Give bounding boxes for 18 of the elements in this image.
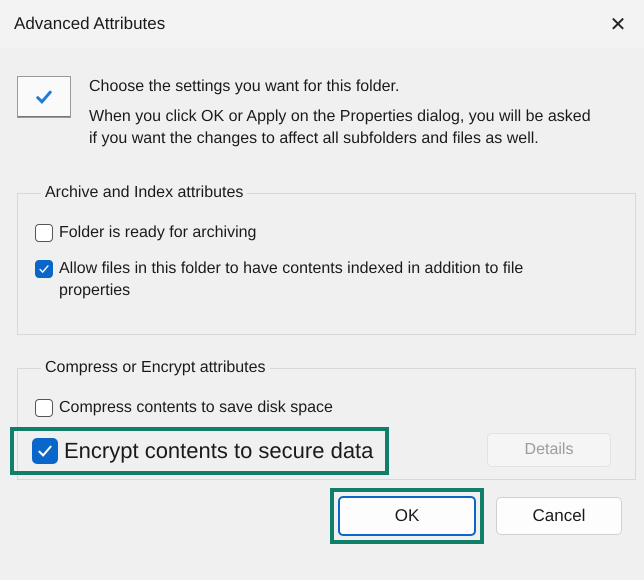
- checkbox-icon: [17, 76, 71, 118]
- checkbox-label[interactable]: Compress contents to save disk space: [59, 397, 333, 419]
- close-button[interactable]: ✕: [596, 0, 640, 48]
- intro-heading: Choose the settings you want for this folder.: [89, 77, 400, 97]
- checkbox[interactable]: [32, 438, 58, 464]
- checkbox-label[interactable]: Folder is ready for archiving: [59, 222, 256, 244]
- window-title: Advanced Attributes: [14, 14, 166, 34]
- checkbox[interactable]: [35, 260, 53, 278]
- checkbox[interactable]: [35, 224, 53, 242]
- checkbox[interactable]: [35, 399, 53, 417]
- checkbox-label[interactable]: Allow files in this folder to have contents indexed in addition to file properties: [59, 258, 529, 302]
- group-title: Compress or Encrypt attributes: [44, 359, 267, 377]
- dialog-button[interactable]: Cancel: [496, 497, 622, 535]
- dialog-button[interactable]: OK: [338, 496, 476, 536]
- intro-text: When you click OK or Apply on the Properties dialog, you will be asked if you want the changes to affect all subfolders and files as well.: [89, 107, 592, 149]
- checkbox-label[interactable]: Encrypt contents to secure data: [64, 437, 374, 465]
- check-icon: [37, 262, 51, 276]
- group-title: Archive and Index attributes: [44, 184, 244, 202]
